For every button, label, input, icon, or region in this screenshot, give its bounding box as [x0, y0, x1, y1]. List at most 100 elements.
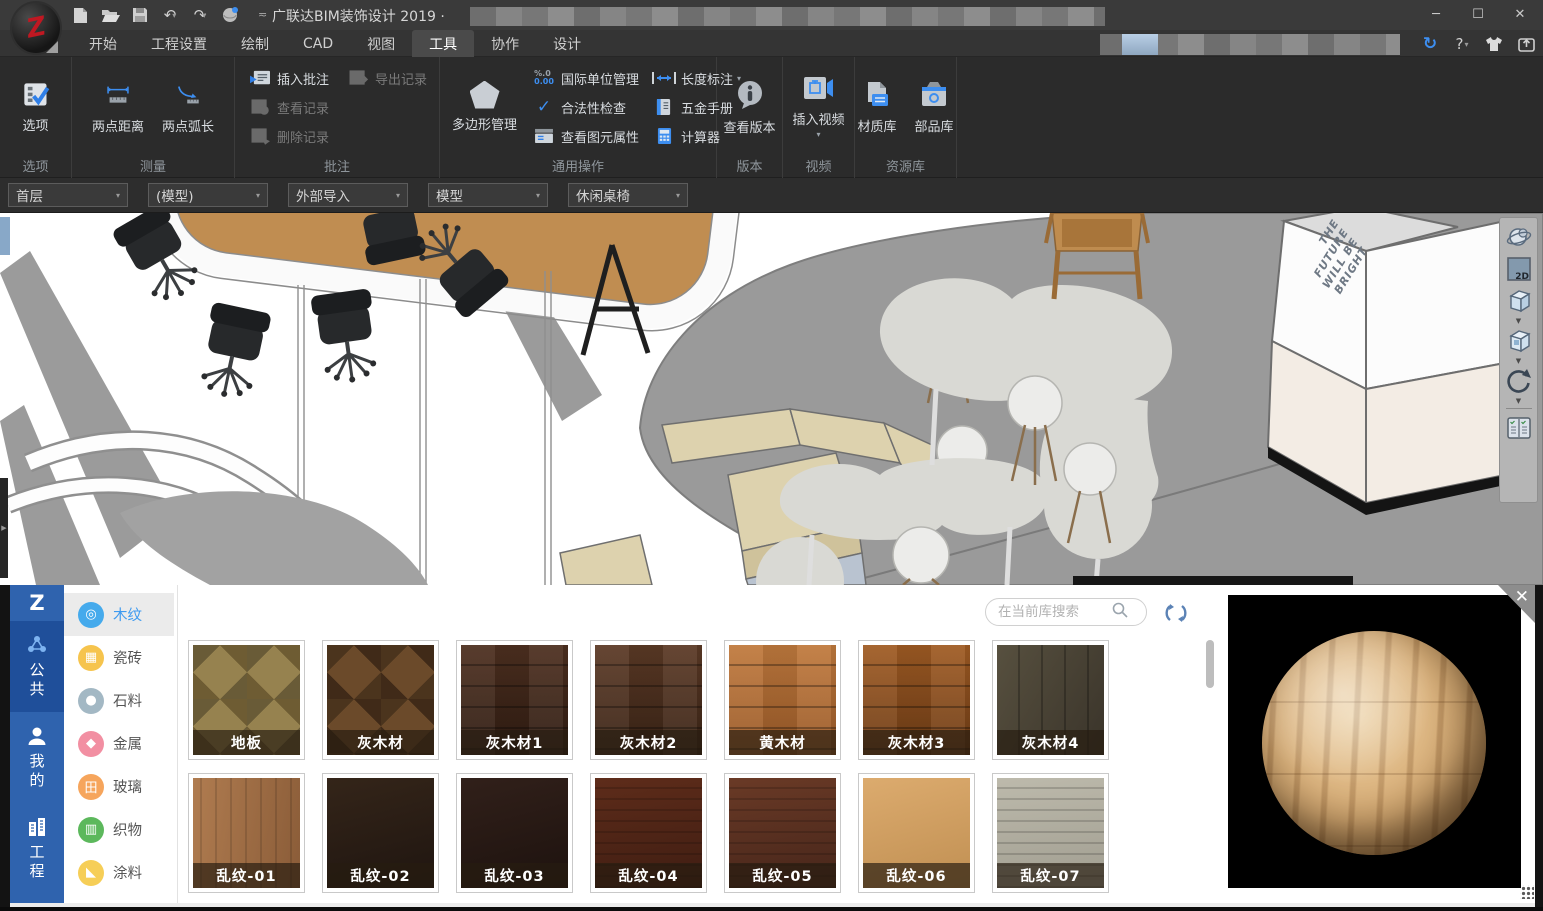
search-input[interactable] — [996, 603, 1106, 621]
unit-manage-button[interactable]: %.00.00 国际单位管理 — [527, 65, 643, 91]
tab-start[interactable]: 开始 — [72, 30, 134, 57]
view-2d-button[interactable]: 2D — [1503, 254, 1535, 284]
material-preview-sphere[interactable] — [1262, 631, 1486, 855]
material-tile[interactable]: 乱纹-07 — [992, 773, 1109, 893]
category-metal[interactable]: ◆金属 — [64, 722, 174, 765]
refresh-button[interactable] — [1163, 600, 1189, 626]
category-paint[interactable]: ◣涂料 — [64, 851, 174, 894]
material-tile[interactable]: 灰木材 — [322, 640, 439, 760]
tab-collaborate[interactable]: 协作 — [474, 30, 536, 57]
undo-button[interactable]: ↶▾ — [158, 4, 182, 26]
view-version-button[interactable]: 查看版本 — [718, 61, 782, 152]
polygon-manage-button[interactable]: 多边形管理 — [446, 61, 523, 152]
delete-records-button[interactable]: 删除记录 — [243, 123, 333, 149]
category-wood[interactable]: ◎木纹 — [64, 593, 174, 636]
floor-selector[interactable]: 首层▾ — [8, 183, 128, 207]
window-edge-bottom — [0, 907, 1543, 911]
open-file-button[interactable] — [98, 4, 122, 26]
two-point-distance-button[interactable]: 两点距离 — [86, 61, 150, 152]
collaborate-icon[interactable] — [218, 4, 242, 26]
panel-collapse-handle[interactable]: ▶ — [0, 478, 8, 578]
app-logo[interactable]: Z — [12, 3, 60, 53]
insert-video-button[interactable]: 插入视频 ▾ — [786, 61, 850, 152]
material-tile[interactable]: 地板 — [188, 640, 305, 760]
view-box-button[interactable] — [1503, 326, 1535, 356]
sync-icon[interactable]: ↻ — [1419, 33, 1441, 55]
resize-grip[interactable] — [1520, 885, 1534, 899]
component-library-icon — [918, 79, 950, 111]
tab-project-settings[interactable]: 工程设置 — [134, 30, 224, 57]
redo-button[interactable]: ↷▾ — [188, 4, 212, 26]
import-selector[interactable]: 外部导入▾ — [288, 183, 408, 207]
close-button[interactable]: ✕ — [1499, 0, 1541, 28]
help-icon[interactable]: ?▾ — [1451, 33, 1473, 55]
fabric-icon: ▥ — [78, 817, 104, 843]
maximize-button[interactable]: ☐ — [1457, 0, 1499, 28]
viewport-3d[interactable]: THE FUTURE WILL BE BRIGHT ▶ 2D ▼ ▼ ▼ — [0, 213, 1543, 585]
material-tile[interactable]: 灰木材2 — [590, 640, 707, 760]
component-library-button[interactable]: 部品库 — [909, 61, 960, 152]
rotate-view-button[interactable] — [1503, 366, 1535, 396]
element-properties-button[interactable]: 查看图元属性 — [527, 123, 643, 149]
material-library-panel: Z 公共 我的 工程 ◎木纹 ▦瓷砖 ●石料 ◆金属 田玻璃 ▥织物 ◣涂料 — [0, 585, 1543, 911]
display-settings-button[interactable] — [1503, 413, 1535, 443]
minimize-button[interactable]: ─ — [1415, 0, 1457, 28]
search-icon[interactable] — [1112, 602, 1128, 622]
chevron-down-icon[interactable]: ▼ — [1516, 398, 1521, 404]
insert-annotation-button[interactable]: 插入批注 — [243, 65, 333, 91]
theme-shirt-icon[interactable] — [1483, 33, 1505, 55]
options-button[interactable]: 选项 — [15, 61, 57, 152]
tab-design[interactable]: 设计 — [536, 30, 598, 57]
ribbon-group-resources: 材质库 部品库 资源库 — [855, 57, 957, 178]
material-library-button[interactable]: 材质库 — [851, 61, 902, 152]
material-tile[interactable]: 黄木材 — [724, 640, 841, 760]
element-properties-icon — [531, 124, 557, 148]
ribbon-group-general: 多边形管理 %.00.00 国际单位管理 ✓ 合法性检查 查看图元属性 — [440, 57, 717, 178]
legality-check-button[interactable]: ✓ 合法性检查 — [527, 94, 643, 120]
material-tile[interactable]: 灰木材4 — [992, 640, 1109, 760]
material-tile[interactable]: 乱纹-05 — [724, 773, 841, 893]
category-glass[interactable]: 田玻璃 — [64, 765, 174, 808]
sidebar-section-mine[interactable]: 我的 — [10, 712, 64, 803]
options-icon — [21, 80, 51, 110]
material-tile[interactable]: 乱纹-06 — [858, 773, 975, 893]
material-tile[interactable]: 乱纹-01 — [188, 773, 305, 893]
chevron-down-icon: ▾ — [256, 191, 260, 200]
view-cube-button[interactable] — [1503, 286, 1535, 316]
tab-cad[interactable]: CAD — [286, 30, 350, 57]
export-records-icon — [345, 66, 371, 90]
category-tile[interactable]: ▦瓷砖 — [64, 636, 174, 679]
metal-icon: ◆ — [78, 731, 104, 757]
material-tile[interactable]: 灰木材1 — [456, 640, 573, 760]
tab-draw[interactable]: 绘制 — [224, 30, 286, 57]
grid-scrollbar[interactable] — [1206, 640, 1214, 688]
tab-view[interactable]: 视图 — [350, 30, 412, 57]
model-selector[interactable]: 模型▾ — [428, 183, 548, 207]
furniture-selector[interactable]: 休闲桌椅▾ — [568, 183, 688, 207]
publish-icon[interactable] — [1515, 33, 1537, 55]
two-point-arc-button[interactable]: 两点弧长 — [156, 61, 220, 152]
chevron-down-icon[interactable]: ▼ — [1516, 358, 1521, 364]
sidebar-section-public[interactable]: 公共 — [10, 621, 64, 712]
ribbon: 选项 选项 两点距离 两点弧长 测量 — [0, 57, 1543, 178]
ribbon-state-icon[interactable]: ≂ — [258, 8, 267, 21]
export-records-button[interactable]: 导出记录 — [341, 65, 431, 91]
sidebar-section-project[interactable]: 工程 — [10, 803, 64, 894]
material-tile[interactable]: 灰木材3 — [858, 640, 975, 760]
category-fabric[interactable]: ▥织物 — [64, 808, 174, 851]
new-file-button[interactable] — [68, 4, 92, 26]
material-tile[interactable]: 乱纹-04 — [590, 773, 707, 893]
save-button[interactable] — [128, 4, 152, 26]
library-search[interactable] — [985, 598, 1147, 626]
view-records-icon — [247, 95, 273, 119]
category-stone[interactable]: ●石料 — [64, 679, 174, 722]
view-records-button[interactable]: 查看记录 — [243, 94, 333, 120]
insert-video-icon — [801, 74, 835, 104]
tab-tools[interactable]: 工具 — [412, 30, 474, 57]
model-mode-selector[interactable]: (模型)▾ — [148, 183, 268, 207]
orbit-tool-button[interactable] — [1503, 222, 1535, 252]
version-info-icon — [733, 78, 767, 112]
chevron-down-icon[interactable]: ▼ — [1516, 318, 1521, 324]
material-tile[interactable]: 乱纹-02 — [322, 773, 439, 893]
material-tile[interactable]: 乱纹-03 — [456, 773, 573, 893]
